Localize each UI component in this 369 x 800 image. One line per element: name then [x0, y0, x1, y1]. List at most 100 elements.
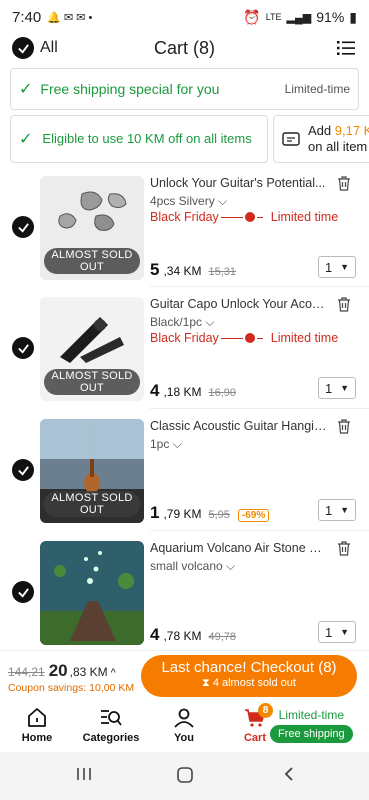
nav-categories[interactable]: Categories	[81, 706, 141, 744]
free-shipping-nav[interactable]: Limited-time Free shipping	[270, 708, 353, 743]
chevron-down-icon: ▼	[340, 262, 349, 272]
discount-badge: -69%	[237, 509, 270, 522]
item-variant[interactable]: Black/1pc ⌵	[150, 315, 214, 330]
sold-out-badge: ALMOST SOLD OUT	[44, 248, 140, 274]
hourglass-icon: ⧗	[202, 677, 210, 689]
item-price: 4,18 KM 16,90	[150, 381, 237, 400]
checkout-label: Last chance! Checkout (8)	[161, 659, 337, 676]
checkout-button[interactable]: Last chance! Checkout (8) ⧗ 4 almost sol…	[141, 655, 357, 697]
promo-carousel[interactable]: ✓ Eligible to use 10 KM off on all items…	[10, 115, 369, 165]
divider	[150, 286, 369, 287]
item-variant[interactable]: 1pc ⌵	[150, 437, 182, 452]
coupon-icon	[282, 132, 300, 146]
trash-icon[interactable]	[337, 176, 351, 191]
free-shipping-banner[interactable]: ✓ Free shipping special for you Limited-…	[10, 68, 359, 110]
product-image[interactable]: ALMOST SOLD OUT	[40, 419, 144, 523]
quantity-select[interactable]: 1 ▼	[318, 256, 356, 278]
cart-item: Aquarium Volcano Air Stone De... small v…	[0, 541, 369, 661]
total-int: 20	[48, 661, 68, 680]
item-title[interactable]: Classic Acoustic Guitar Hangin...	[150, 419, 330, 433]
notification-icons: 🔔 ✉ ✉ •	[47, 11, 93, 24]
clock-icon	[244, 212, 255, 222]
old-price: 5,95	[208, 509, 230, 521]
item-variant[interactable]: 4pcs Silvery ⌵	[150, 194, 227, 209]
home-button-icon[interactable]	[176, 766, 194, 784]
item-select-checkbox[interactable]	[12, 581, 34, 603]
item-price: 4,78 KM 49,78	[150, 625, 237, 644]
item-select-checkbox[interactable]	[12, 337, 34, 359]
trash-icon[interactable]	[337, 541, 351, 556]
battery-label: 91%	[316, 9, 345, 25]
chevron-down-icon: ▼	[340, 505, 349, 515]
cart-header: Cart (8) All	[0, 34, 369, 64]
select-all-checkbox[interactable]: All	[12, 37, 58, 59]
chevron-down-icon: ▼	[340, 627, 349, 637]
signal-icon: ▂▄▆	[286, 11, 312, 24]
cart-item: ALMOST SOLD OUT Guitar Capo Unlock Your …	[0, 297, 369, 417]
item-title[interactable]: Guitar Capo Unlock Your Acous...	[150, 297, 330, 311]
item-title[interactable]: Unlock Your Guitar's Potential...	[150, 176, 330, 190]
nav-home[interactable]: Home	[7, 706, 67, 744]
back-icon[interactable]	[282, 766, 296, 782]
check-icon	[17, 343, 29, 354]
divider	[150, 530, 369, 531]
system-nav-bar	[0, 752, 369, 800]
status-bar: 7:40 🔔 ✉ ✉ • ⏰ LTE ▂▄▆ 91% ▮	[0, 0, 369, 34]
check-icon: ✓	[19, 81, 33, 98]
check-icon: ✓	[19, 131, 33, 148]
battery-icon: ▮	[349, 8, 357, 25]
quantity-select[interactable]: 1 ▼	[318, 377, 356, 399]
banner-text: Free shipping special for you	[40, 81, 220, 97]
categories-icon	[101, 710, 122, 726]
chevron-down-icon: ⌵	[172, 437, 182, 451]
home-icon	[28, 708, 46, 727]
promo-prefix: Add	[308, 123, 335, 138]
aquarium-volcano-image	[40, 541, 144, 645]
product-image[interactable]: ALMOST SOLD OUT	[40, 176, 144, 280]
trash-icon[interactable]	[337, 419, 351, 434]
trash-icon[interactable]	[337, 297, 351, 312]
free-shipping-pill: Free shipping	[270, 725, 353, 743]
old-price: 49,78	[208, 631, 237, 643]
list-menu-icon[interactable]	[337, 40, 355, 56]
chevron-up-icon: ^	[110, 667, 116, 679]
chevron-down-icon: ⌵	[226, 559, 236, 573]
promo-card-add-more[interactable]: Add 9,17 K on all item	[273, 115, 369, 163]
cart-item: ALMOST SOLD OUT Unlock Your Guitar's Pot…	[0, 176, 369, 296]
promo-card-coupon[interactable]: ✓ Eligible to use 10 KM off on all items	[10, 115, 268, 163]
bottom-nav: Home Categories You Cart 8 Limited-time …	[0, 702, 369, 752]
item-select-checkbox[interactable]	[12, 459, 34, 481]
clock-icon	[244, 333, 255, 343]
quantity-select[interactable]: 1 ▼	[318, 499, 356, 521]
check-icon	[17, 587, 29, 598]
sold-out-badge: ALMOST SOLD OUT	[44, 369, 140, 395]
item-select-checkbox[interactable]	[12, 216, 34, 238]
cart-item: ALMOST SOLD OUT Classic Acoustic Guitar …	[0, 419, 369, 539]
coupon-savings: Coupon savings: 10,00 KM	[8, 682, 135, 694]
total-dec: ,83 KM	[69, 665, 108, 679]
chevron-down-icon: ▼	[340, 383, 349, 393]
user-icon	[174, 708, 194, 728]
check-icon	[17, 222, 29, 233]
item-price: 1,79 KM 5,95 -69%	[150, 503, 270, 523]
old-total: 144,21	[8, 665, 45, 679]
item-variant[interactable]: small volcano ⌵	[150, 559, 235, 574]
nav-you[interactable]: You	[154, 706, 214, 744]
chevron-down-icon: ⌵	[218, 194, 228, 208]
check-icon	[17, 465, 29, 476]
promo-text: Eligible to use 10 KM off on all items	[42, 131, 252, 146]
quantity-select[interactable]: 1 ▼	[318, 621, 356, 643]
product-image[interactable]	[40, 541, 144, 645]
old-price: 16,90	[208, 387, 237, 399]
select-all-label: All	[40, 39, 58, 56]
cart-total[interactable]: 144,21 20 ,83 KM ^	[8, 661, 116, 681]
promo-amount: 9,17 K	[334, 123, 369, 138]
network-label: LTE	[265, 12, 282, 22]
recent-apps-icon[interactable]	[75, 766, 93, 782]
check-icon	[12, 37, 34, 59]
limited-time-label: Limited-time	[278, 708, 344, 722]
item-price: 5,34 KM 15,31	[150, 260, 237, 279]
item-title[interactable]: Aquarium Volcano Air Stone De...	[150, 541, 330, 555]
product-image[interactable]: ALMOST SOLD OUT	[40, 297, 144, 401]
old-price: 15,31	[208, 266, 237, 278]
